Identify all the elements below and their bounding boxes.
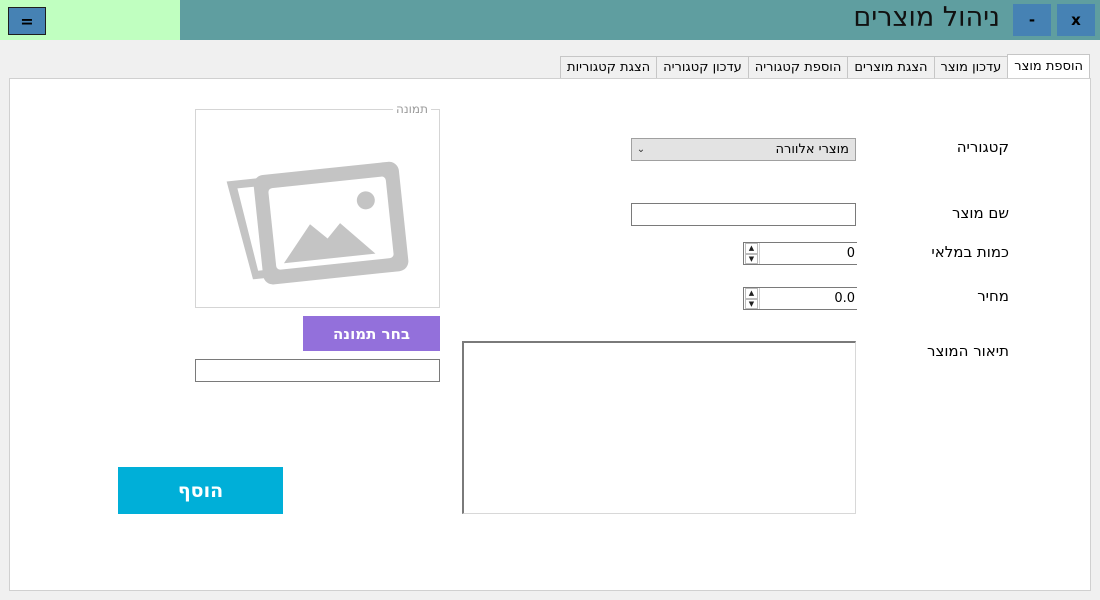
quantity-label: כמות במלאי: [931, 243, 1009, 261]
tab-add-product[interactable]: הוספת מוצר: [1007, 54, 1090, 78]
description-label: תיאור המוצר: [926, 342, 1009, 360]
tab-show-categories[interactable]: הצגת קטגוריות: [560, 56, 658, 79]
image-groupbox-title: תמונה: [393, 102, 431, 116]
tab-add-category[interactable]: הוספת קטגוריה: [747, 56, 849, 79]
price-up-arrow-icon[interactable]: ▲: [745, 288, 758, 299]
quantity-stepper[interactable]: ▲ ▼ 0: [743, 242, 857, 265]
image-placeholder-icon: [226, 161, 409, 285]
quantity-down-arrow-icon[interactable]: ▼: [745, 253, 758, 264]
category-selected-value: מוצרי אלוורה: [775, 142, 849, 157]
tab-show-products[interactable]: הצגת מוצרים: [847, 56, 935, 79]
price-stepper[interactable]: ▲ ▼ 0.0: [743, 287, 857, 310]
product-name-input[interactable]: [631, 203, 856, 226]
add-product-button[interactable]: הוסף: [118, 467, 283, 514]
category-select[interactable]: מוצרי אלוורה ⌄: [631, 138, 856, 161]
description-textarea[interactable]: [462, 341, 856, 514]
price-down-arrow-icon[interactable]: ▼: [745, 298, 758, 309]
category-label: קטגוריה: [956, 138, 1009, 156]
choose-image-button[interactable]: בחר תמונה: [303, 316, 440, 351]
chevron-down-icon: ⌄: [636, 144, 646, 155]
quantity-value[interactable]: 0: [760, 243, 857, 264]
tab-strip: הוספת מוצר עדכון מוצר הצגת מוצרים הוספת …: [560, 54, 1090, 79]
price-value[interactable]: 0.0: [760, 288, 857, 309]
minimize-button[interactable]: -: [1013, 4, 1051, 36]
add-product-panel: [9, 78, 1091, 591]
window-title: ניהול מוצרים: [853, 2, 1000, 33]
close-button[interactable]: x: [1057, 4, 1095, 36]
quantity-up-arrow-icon[interactable]: ▲: [745, 243, 758, 254]
tab-update-product[interactable]: עדכון מוצר: [933, 56, 1009, 79]
title-bar: = ניהול מוצרים - x: [0, 0, 1100, 40]
image-path-input[interactable]: [195, 359, 440, 382]
product-name-label: שם מוצר: [952, 204, 1009, 222]
tab-update-category[interactable]: עדכון קטגוריה: [656, 56, 749, 79]
price-label: מחיר: [977, 287, 1009, 305]
menu-button[interactable]: =: [8, 7, 46, 35]
